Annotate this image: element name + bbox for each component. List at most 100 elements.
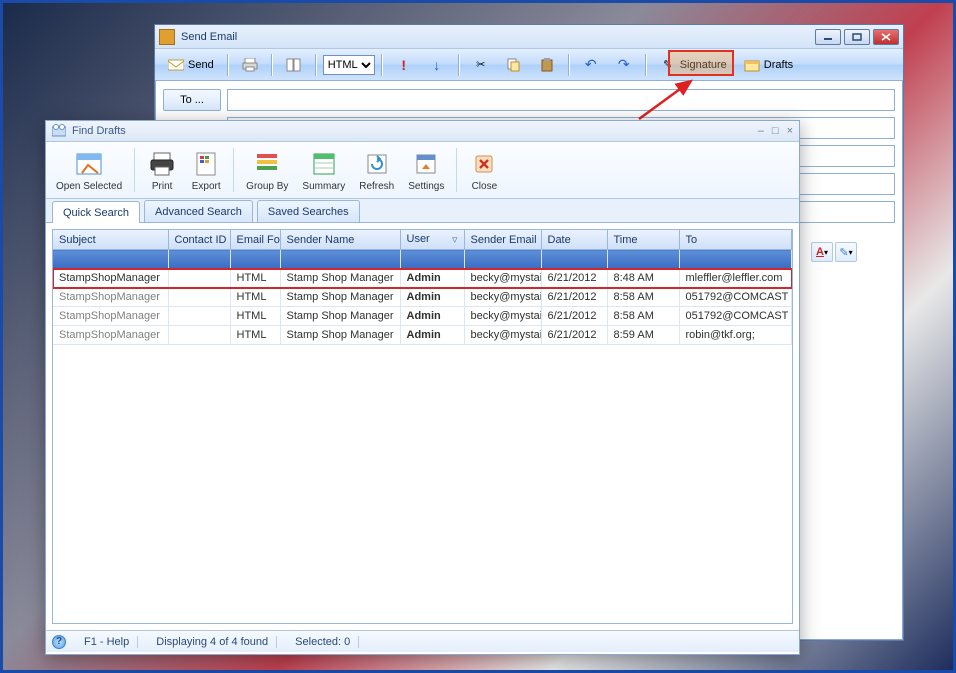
col-time[interactable]: Time — [607, 230, 679, 250]
cell-contact_id — [168, 269, 230, 288]
search-tabs: Quick Search Advanced Search Saved Searc… — [46, 199, 799, 223]
filter-icon: ▿ — [452, 233, 458, 246]
cell-to: mleffler@leffler.com — [679, 269, 792, 288]
filter-row[interactable] — [53, 250, 792, 269]
status-displaying: Displaying 4 of 4 found — [148, 636, 277, 648]
refresh-button[interactable]: Refresh — [354, 144, 399, 196]
cell-subject: StampShopManager — [53, 288, 168, 307]
cell-user: Admin — [400, 269, 464, 288]
font-color-button[interactable]: A▾ — [811, 242, 833, 262]
status-help[interactable]: F1 - Help — [76, 636, 138, 648]
minimize-button[interactable]: – — [758, 125, 764, 137]
signature-label: Signature — [680, 59, 727, 71]
undo-button[interactable]: ↶ — [576, 53, 606, 77]
tab-quick-search[interactable]: Quick Search — [52, 201, 140, 223]
send-label: Send — [188, 59, 214, 71]
export-label: Export — [192, 181, 221, 192]
col-sender-name[interactable]: Sender Name — [280, 230, 400, 250]
close-button[interactable] — [873, 29, 899, 45]
drafts-label: Drafts — [764, 59, 793, 71]
highlight-button[interactable]: ✎▾ — [835, 242, 857, 262]
paste-icon — [539, 57, 555, 73]
col-contact-id[interactable]: Contact ID — [168, 230, 230, 250]
col-date[interactable]: Date — [541, 230, 607, 250]
printer-icon — [242, 57, 258, 73]
exclaim-icon: ! — [396, 57, 412, 73]
address-book-button[interactable] — [279, 53, 309, 77]
cell-email_fo: HTML — [230, 288, 280, 307]
copy-button[interactable] — [499, 53, 529, 77]
maximize-button[interactable]: □ — [772, 125, 779, 137]
close-label: Close — [472, 181, 498, 192]
table-row[interactable]: StampShopManagerHTMLStamp Shop ManagerAd… — [53, 269, 792, 288]
status-selected: Selected: 0 — [287, 636, 359, 648]
open-selected-icon — [74, 149, 104, 179]
col-user[interactable]: User ▿ — [400, 230, 464, 250]
print-button[interactable] — [235, 53, 265, 77]
refresh-icon — [362, 149, 392, 179]
send-email-titlebar[interactable]: Send Email — [155, 25, 903, 49]
table-row[interactable]: StampShopManagerHTMLStamp Shop ManagerAd… — [53, 288, 792, 307]
cell-contact_id — [168, 326, 230, 345]
to-button[interactable]: To ... — [163, 89, 221, 111]
col-sender-email[interactable]: Sender Email — [464, 230, 541, 250]
highlight-icon: ✎ — [839, 246, 848, 259]
cell-date: 6/21/2012 — [541, 307, 607, 326]
to-field[interactable] — [227, 89, 895, 111]
settings-label: Settings — [408, 181, 444, 192]
maximize-button[interactable] — [844, 29, 870, 45]
export-button[interactable]: Export — [186, 144, 226, 196]
open-selected-button[interactable]: Open Selected — [51, 144, 127, 196]
format-select[interactable]: HTML — [323, 55, 375, 75]
col-to[interactable]: To — [679, 230, 792, 250]
settings-icon — [411, 149, 441, 179]
drafts-button[interactable]: Drafts — [737, 53, 800, 77]
cell-time: 8:48 AM — [607, 269, 679, 288]
find-drafts-title: Find Drafts — [72, 125, 126, 137]
font-color-icon: A — [816, 246, 824, 258]
refresh-label: Refresh — [359, 181, 394, 192]
tab-advanced-search[interactable]: Advanced Search — [144, 200, 253, 222]
priority-high-button[interactable]: ! — [389, 53, 419, 77]
signature-button[interactable]: ✎Signature — [653, 53, 734, 77]
cut-button[interactable]: ✂ — [466, 53, 496, 77]
redo-button[interactable]: ↷ — [609, 53, 639, 77]
dropdown-icon: ▾ — [824, 248, 828, 257]
cell-subject: StampShopManager — [53, 307, 168, 326]
col-email-fo[interactable]: Email Fo — [230, 230, 280, 250]
summary-button[interactable]: Summary — [297, 144, 350, 196]
close-button[interactable]: × — [787, 125, 793, 137]
col-subject[interactable]: Subject — [53, 230, 168, 250]
send-button[interactable]: Send — [161, 53, 221, 77]
find-drafts-ribbon: Open Selected Print Export Group By Summ… — [46, 142, 799, 199]
redo-icon: ↷ — [616, 57, 632, 73]
send-email-title: Send Email — [181, 31, 237, 43]
cell-to: 051792@COMCAST — [679, 307, 792, 326]
print-button[interactable]: Print — [142, 144, 182, 196]
priority-low-button[interactable]: ↓ — [422, 53, 452, 77]
close-button-ribbon[interactable]: Close — [464, 144, 504, 196]
cell-sender_email: becky@mystai — [464, 307, 541, 326]
results-grid: Subject Contact ID Email Fo Sender Name … — [52, 229, 793, 624]
cell-date: 6/21/2012 — [541, 326, 607, 345]
cell-date: 6/21/2012 — [541, 288, 607, 307]
dropdown-icon: ▾ — [849, 248, 853, 257]
book-icon — [286, 57, 302, 73]
minimize-button[interactable] — [815, 29, 841, 45]
table-row[interactable]: StampShopManagerHTMLStamp Shop ManagerAd… — [53, 307, 792, 326]
cell-to: 051792@COMCAST — [679, 288, 792, 307]
cell-sender_name: Stamp Shop Manager — [280, 269, 400, 288]
status-bar: ? F1 - Help Displaying 4 of 4 found Sele… — [46, 630, 799, 652]
settings-button[interactable]: Settings — [403, 144, 449, 196]
tab-saved-searches[interactable]: Saved Searches — [257, 200, 360, 222]
send-email-toolbar: Send HTML ! ↓ ✂ ↶ ↷ ✎Signature Drafts — [155, 49, 903, 81]
find-drafts-titlebar[interactable]: Find Drafts – □ × — [46, 121, 799, 142]
group-by-button[interactable]: Group By — [241, 144, 293, 196]
cell-time: 8:58 AM — [607, 288, 679, 307]
print-label: Print — [152, 181, 173, 192]
paste-button[interactable] — [532, 53, 562, 77]
table-row[interactable]: StampShopManagerHTMLStamp Shop ManagerAd… — [53, 326, 792, 345]
export-icon — [191, 149, 221, 179]
cell-sender_email: becky@mystai — [464, 269, 541, 288]
help-icon[interactable]: ? — [52, 635, 66, 649]
